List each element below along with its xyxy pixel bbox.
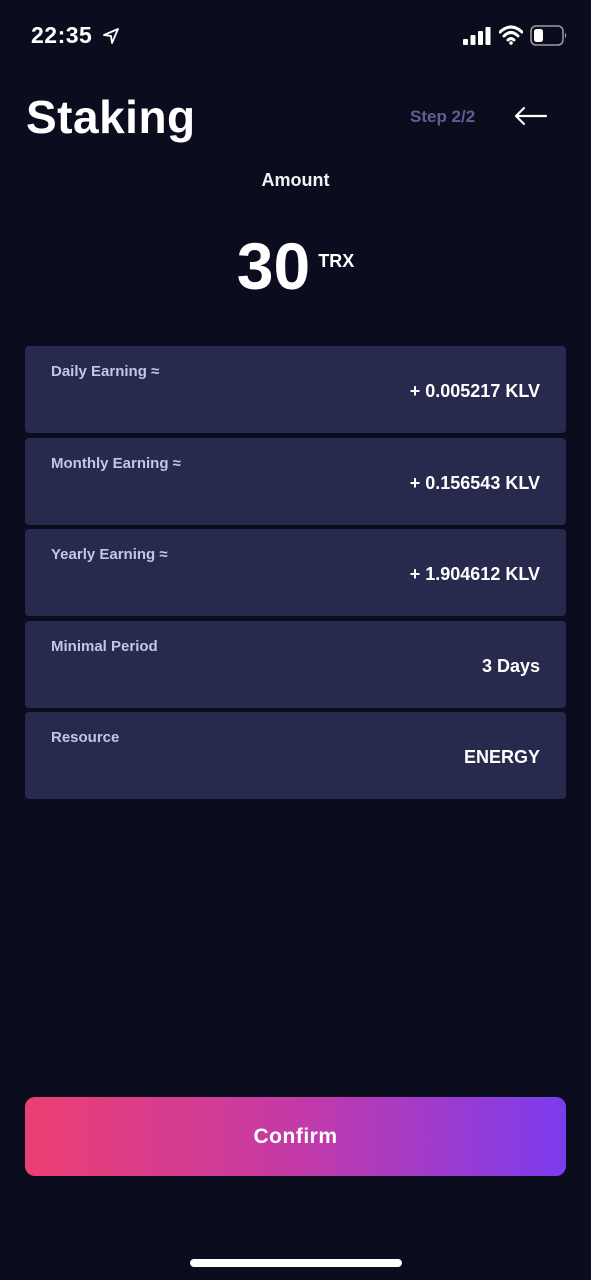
back-button[interactable] — [510, 100, 550, 132]
cellular-signal-icon — [463, 27, 491, 45]
wifi-icon — [499, 25, 523, 45]
status-time: 22:35 — [31, 22, 93, 48]
yearly-earning-label: Yearly Earning ≈ — [51, 546, 168, 563]
yearly-earning-card: Yearly Earning ≈ + 1.904612 KLV — [25, 529, 566, 616]
status-bar: 22:35 — [0, 0, 591, 72]
minimal-period-card: Minimal Period 3 Days — [25, 620, 566, 708]
resource-label: Resource — [51, 729, 120, 746]
home-indicator — [190, 1259, 402, 1267]
resource-value: ENERGY — [463, 747, 540, 767]
monthly-earning-label: Monthly Earning ≈ — [51, 454, 181, 472]
amount-unit: TRX — [318, 251, 355, 271]
minimal-period-value: 3 Days — [481, 655, 540, 676]
yearly-earning-value: + 1.904612 KLV — [409, 564, 540, 584]
monthly-earning-value: + 0.156543 KLV — [409, 472, 540, 493]
monthly-earning-card: Monthly Earning ≈ + 0.156543 KLV — [25, 437, 566, 525]
amount-display: 30 TRX — [0, 228, 591, 304]
staking-details: Daily Earning ≈ + 0.005217 KLV Monthly E… — [25, 346, 566, 804]
amount-label: Amount — [261, 170, 330, 190]
battery-icon — [530, 25, 567, 46]
daily-earning-label: Daily Earning ≈ — [51, 363, 160, 380]
page-title: Staking — [26, 91, 196, 143]
step-indicator: Step 2/2 — [410, 107, 476, 126]
daily-earning-card: Daily Earning ≈ + 0.005217 KLV — [25, 346, 566, 433]
location-arrow-icon — [103, 28, 119, 44]
daily-earning-value: + 0.005217 KLV — [409, 381, 540, 401]
amount-value: 30 — [236, 229, 311, 303]
minimal-period-label: Minimal Period — [51, 637, 158, 655]
arrow-left-icon — [514, 106, 548, 126]
resource-card: Resource ENERGY — [25, 712, 566, 799]
confirm-button[interactable]: Confirm — [25, 1097, 566, 1176]
